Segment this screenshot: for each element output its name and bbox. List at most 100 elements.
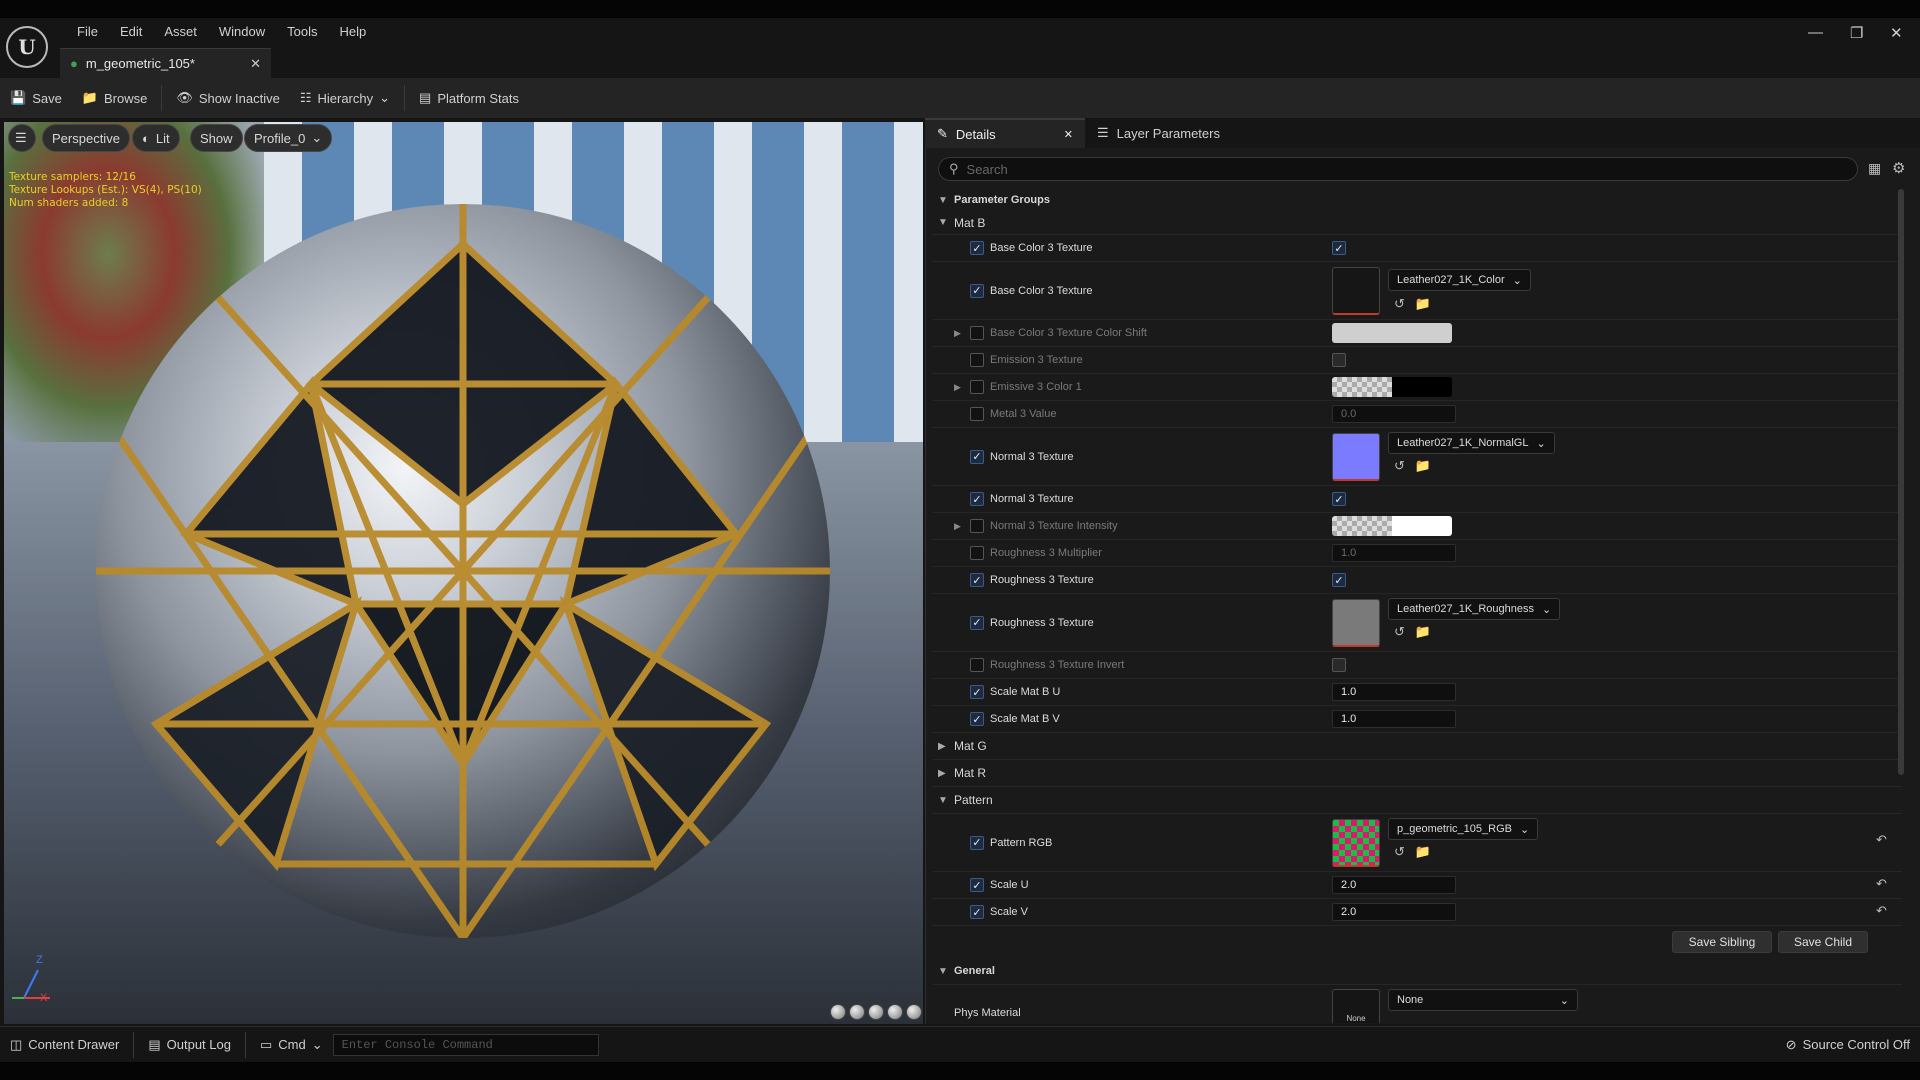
override-checkbox[interactable] [970, 353, 984, 367]
number-field[interactable]: 2.0 [1332, 903, 1456, 921]
menu-asset[interactable]: Asset [153, 22, 208, 42]
group-parameter-groups[interactable]: ▼ Parameter Groups [932, 189, 1902, 211]
cube-preview-icon[interactable] [887, 1004, 903, 1020]
menu-window[interactable]: Window [208, 22, 276, 42]
plane-preview-icon[interactable] [868, 1004, 884, 1020]
override-checkbox[interactable]: ✓ [970, 573, 984, 587]
save-sibling-button[interactable]: Save Sibling [1672, 931, 1772, 953]
override-checkbox[interactable]: ✓ [970, 283, 984, 298]
group-mat-r[interactable]: ▶ Mat R [932, 760, 1902, 787]
group-mat-b[interactable]: ▼ Mat B [932, 211, 1902, 235]
texture-thumbnail[interactable] [1332, 433, 1380, 481]
close-icon[interactable]: ✕ [1064, 128, 1073, 141]
table-view-icon[interactable]: ▦ [1868, 160, 1881, 177]
override-checkbox[interactable] [970, 380, 984, 394]
browse-asset-icon[interactable]: 📁 [1415, 458, 1431, 474]
value-checkbox[interactable]: ✓ [1332, 241, 1346, 255]
override-checkbox[interactable] [970, 407, 984, 421]
browse-asset-icon[interactable]: 📁 [1415, 844, 1431, 860]
menu-help[interactable]: Help [328, 22, 377, 42]
number-field[interactable]: 1.0 [1332, 710, 1456, 728]
use-selected-icon[interactable]: ↺ [1394, 624, 1405, 640]
override-checkbox[interactable]: ✓ [970, 492, 984, 506]
texture-dropdown[interactable]: Leather027_1K_Roughness ⌄ [1388, 598, 1561, 620]
browse-asset-icon[interactable]: 📁 [1415, 624, 1431, 640]
save-child-button[interactable]: Save Child [1778, 931, 1868, 953]
texture-dropdown[interactable]: Leather027_1K_NormalGL ⌄ [1388, 432, 1555, 454]
gear-icon[interactable]: ⚙ [1892, 159, 1905, 177]
cylinder-preview-icon[interactable] [830, 1004, 846, 1020]
close-tab-icon[interactable]: ✕ [250, 56, 261, 72]
texture-thumbnail[interactable] [1332, 599, 1380, 647]
perspective-button[interactable]: Perspective [42, 124, 130, 152]
phys-material-thumbnail[interactable]: None [1332, 989, 1380, 1023]
cmd-dropdown[interactable]: ▭ Cmd ⌄ [250, 1027, 333, 1063]
close-window-icon[interactable]: ✕ [1890, 24, 1903, 42]
use-selected-icon[interactable]: ↺ [1394, 458, 1405, 474]
number-field[interactable]: 2.0 [1332, 876, 1456, 894]
override-checkbox[interactable] [970, 546, 984, 560]
number-field[interactable]: 1.0 [1332, 544, 1456, 562]
override-checkbox[interactable] [970, 519, 984, 533]
number-field[interactable]: 0.0 [1332, 405, 1456, 423]
reset-to-default-icon[interactable]: ↶ [1876, 876, 1887, 892]
hierarchy-button[interactable]: ☷ Hierarchy ⌄ [290, 78, 400, 118]
override-checkbox[interactable]: ✓ [970, 878, 984, 892]
profile-dropdown[interactable]: Profile_0 ⌄ [244, 124, 333, 152]
texture-dropdown[interactable]: p_geometric_105_RGB ⌄ [1388, 818, 1539, 840]
expand-arrow-icon[interactable]: ▶ [954, 521, 961, 532]
number-field[interactable]: 1.0 [1332, 683, 1456, 701]
content-drawer-button[interactable]: ◫ Content Drawer [0, 1027, 129, 1063]
group-general[interactable]: ▼ General [932, 958, 1902, 985]
color-swatch[interactable] [1332, 377, 1452, 397]
menu-file[interactable]: File [66, 22, 109, 42]
override-checkbox[interactable] [970, 658, 984, 672]
override-checkbox[interactable]: ✓ [970, 241, 984, 255]
minimize-icon[interactable]: — [1808, 24, 1823, 41]
viewport-menu-button[interactable]: ☰ [8, 124, 36, 152]
use-selected-icon[interactable]: ↺ [1394, 844, 1405, 860]
platform-stats-button[interactable]: ▤ Platform Stats [409, 78, 529, 118]
override-checkbox[interactable] [970, 326, 984, 340]
texture-thumbnail[interactable] [1332, 267, 1380, 315]
show-inactive-button[interactable]: 👁 Show Inactive [166, 78, 289, 118]
reset-to-default-icon[interactable]: ↶ [1876, 832, 1887, 848]
phys-material-dropdown[interactable]: None ⌄ [1388, 989, 1578, 1011]
menu-tools[interactable]: Tools [276, 22, 328, 42]
value-checkbox[interactable] [1332, 353, 1346, 367]
restore-icon[interactable]: ❐ [1850, 24, 1863, 42]
teapot-preview-icon[interactable] [906, 1004, 922, 1020]
value-checkbox[interactable]: ✓ [1332, 492, 1346, 506]
save-button[interactable]: 💾 Save [0, 78, 72, 118]
menu-edit[interactable]: Edit [109, 22, 153, 42]
texture-dropdown[interactable]: Leather027_1K_Color ⌄ [1388, 269, 1531, 291]
panel-scrollbar[interactable] [1898, 189, 1904, 775]
override-checkbox[interactable]: ✓ [970, 449, 984, 464]
group-mat-g[interactable]: ▶ Mat G [932, 733, 1902, 760]
viewport[interactable] [4, 122, 923, 1024]
texture-thumbnail[interactable] [1332, 819, 1380, 867]
search-input[interactable]: ⚲ Search [938, 157, 1858, 181]
reset-to-default-icon[interactable]: ↶ [1876, 903, 1887, 919]
expand-arrow-icon[interactable]: ▶ [954, 382, 961, 393]
group-pattern[interactable]: ▼ Pattern [932, 787, 1902, 814]
override-checkbox[interactable]: ✓ [970, 835, 984, 850]
override-checkbox[interactable]: ✓ [970, 685, 984, 699]
override-checkbox[interactable]: ✓ [970, 712, 984, 726]
value-checkbox[interactable] [1332, 658, 1346, 672]
tab-details[interactable]: ✎ Details ✕ [925, 118, 1085, 148]
browse-button[interactable]: 📁 Browse [72, 78, 158, 118]
browse-asset-icon[interactable]: 📁 [1415, 296, 1431, 312]
sphere-preview-icon[interactable] [849, 1004, 865, 1020]
color-swatch[interactable] [1332, 323, 1452, 343]
value-checkbox[interactable]: ✓ [1332, 573, 1346, 587]
document-tab[interactable]: ● m_geometric_105* ✕ [60, 48, 271, 78]
override-checkbox[interactable]: ✓ [970, 615, 984, 630]
show-button[interactable]: Show [190, 124, 243, 152]
expand-arrow-icon[interactable]: ▶ [954, 328, 961, 339]
source-control-button[interactable]: ⊘ Source Control Off [1776, 1027, 1920, 1063]
color-swatch[interactable] [1332, 516, 1452, 536]
lit-button[interactable]: ◐ Lit [132, 124, 180, 152]
output-log-button[interactable]: ▤ Output Log [138, 1027, 241, 1063]
console-input[interactable]: Enter Console Command [332, 1033, 599, 1056]
